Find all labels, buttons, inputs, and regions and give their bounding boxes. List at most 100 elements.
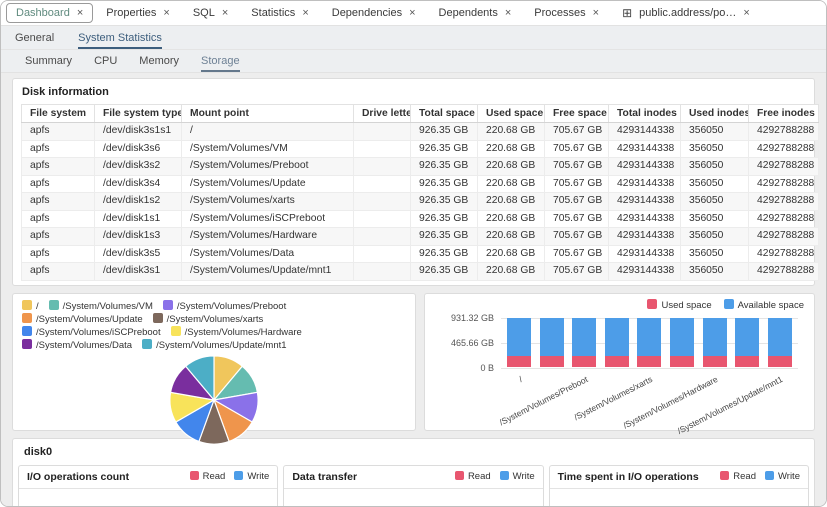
pie-legend-item[interactable]: /System/Volumes/iSCPreboot <box>22 326 161 339</box>
write-label: Write <box>247 471 269 482</box>
dashboard-nav-tabs: General System Statistics <box>1 26 826 50</box>
stacked-bar[interactable] <box>507 318 531 368</box>
stacked-bar[interactable] <box>735 318 759 368</box>
stacked-bar[interactable] <box>605 318 629 368</box>
editor-tab[interactable]: ⊞ SQL × <box>183 3 238 23</box>
sub-tab[interactable]: Memory <box>139 50 179 72</box>
stacked-bar[interactable] <box>637 318 661 368</box>
io-chart-header: Time spent in I/O operations Read Write <box>550 466 808 489</box>
bar-y-tick-label: 931.32 GB <box>451 313 494 323</box>
sub-tab-label: Storage <box>201 55 240 67</box>
nav-tab[interactable]: General <box>15 26 54 49</box>
used-space-segment <box>605 356 629 368</box>
pie-legend-item[interactable]: /System/Volumes/Preboot <box>163 300 286 313</box>
cell-drive-letter <box>354 245 411 263</box>
cell-total-inodes: 4293144338 <box>609 210 681 228</box>
cell-mount-point: / <box>182 123 354 141</box>
legend-write[interactable]: Write <box>765 471 800 482</box>
tab-close-icon[interactable]: × <box>505 8 511 19</box>
tab-close-icon[interactable]: × <box>163 8 169 19</box>
read-label: Read <box>733 471 756 482</box>
cell-total-space: 926.35 GB <box>411 228 478 246</box>
cell-free-inodes: 4292788288 <box>749 140 819 158</box>
editor-tab[interactable]: ⊞ Dependencies × <box>322 3 426 23</box>
pie-legend-item[interactable]: /System/Volumes/Hardware <box>171 326 302 339</box>
cell-free-inodes: 4292788288 <box>749 228 819 246</box>
legend-write[interactable]: Write <box>234 471 269 482</box>
editor-tab[interactable]: ⊞ Properties × <box>96 3 180 23</box>
table-header-cell: Free space <box>545 105 609 123</box>
pie-legend-item[interactable]: /System/Volumes/xarts <box>153 313 264 326</box>
io-charts-row: I/O operations count Read Write 35M30M <box>18 465 809 507</box>
cell-total-space: 926.35 GB <box>411 140 478 158</box>
editor-tab[interactable]: ⊞ public.address/po… × <box>612 3 760 23</box>
table-header-cell: Mount point <box>182 105 354 123</box>
nav-tab[interactable]: System Statistics <box>78 26 162 49</box>
cell-total-space: 926.35 GB <box>411 263 478 281</box>
pie-legend: / /System/Volumes/VM /System/Volumes/Pre… <box>22 300 406 352</box>
legend-read[interactable]: Read <box>190 471 226 482</box>
legend-read[interactable]: Read <box>720 471 756 482</box>
io-chart-legend: Read Write <box>455 471 535 482</box>
cell-used-space: 220.68 GB <box>478 193 545 211</box>
cell-mount-point: /System/Volumes/Update <box>182 175 354 193</box>
tab-close-icon[interactable]: × <box>77 8 83 19</box>
stacked-bar[interactable] <box>572 318 596 368</box>
editor-tab[interactable]: ⊞ Dashboard × <box>6 3 93 23</box>
used-space-label: Used space <box>661 300 711 311</box>
table-grid-icon: ⊞ <box>622 7 632 19</box>
io-chart-lines <box>612 502 800 507</box>
cell-total-inodes: 4293144338 <box>609 175 681 193</box>
stacked-bar[interactable] <box>540 318 564 368</box>
cell-free-space: 705.67 GB <box>545 175 609 193</box>
io-chart-title: I/O operations count <box>27 471 129 483</box>
tab-close-icon[interactable]: × <box>593 8 599 19</box>
legend-read[interactable]: Read <box>455 471 491 482</box>
legend-swatch <box>22 313 32 323</box>
pie-legend-item[interactable]: / <box>22 300 39 313</box>
available-space-segment <box>605 318 629 356</box>
editor-tab[interactable]: ⊞ Dependents × <box>429 3 522 23</box>
table-row: apfs /dev/disk3s1s1 / 926.35 GB 220.68 G… <box>22 123 819 141</box>
cell-total-inodes: 4293144338 <box>609 228 681 246</box>
pie-legend-item[interactable]: /System/Volumes/Data <box>22 339 132 352</box>
cell-file-system-type: /dev/disk1s1 <box>95 210 182 228</box>
cell-file-system: apfs <box>22 158 95 176</box>
tab-close-icon[interactable]: × <box>222 8 228 19</box>
pie-legend-item[interactable]: /System/Volumes/Update/mnt1 <box>142 339 286 352</box>
editor-tab[interactable]: ⊞ Processes × <box>524 3 609 23</box>
disk-information-panel: Disk information File systemFile system … <box>12 78 815 286</box>
stacked-bar[interactable] <box>768 318 792 368</box>
sub-tab[interactable]: Summary <box>25 50 72 72</box>
pie-legend-item[interactable]: /System/Volumes/VM <box>49 300 153 313</box>
cell-mount-point: /System/Volumes/iSCPreboot <box>182 210 354 228</box>
disk0-panel: disk0 I/O operations count Read Write <box>12 438 815 507</box>
bar-chart-x-labels: //System/Volumes/Preboot/System/Volumes/… <box>503 370 796 426</box>
legend-available-space[interactable]: Available space <box>724 299 804 311</box>
used-space-segment <box>572 356 596 368</box>
pie-legend-label: /System/Volumes/Update/mnt1 <box>156 340 286 351</box>
used-space-segment <box>768 356 792 368</box>
table-header-row: File systemFile system typeMount pointDr… <box>22 105 819 123</box>
bar-y-tick-label: 0 B <box>480 363 494 373</box>
sub-tab[interactable]: CPU <box>94 50 117 72</box>
cell-used-space: 220.68 GB <box>478 245 545 263</box>
legend-used-space[interactable]: Used space <box>647 299 711 311</box>
pie-legend-item[interactable]: /System/Volumes/Update <box>22 313 143 326</box>
bar-x-tick-label: /System/Volumes/Update/mnt1 <box>676 374 785 436</box>
legend-swatch <box>153 313 163 323</box>
tab-close-icon[interactable]: × <box>743 8 749 19</box>
stacked-bar[interactable] <box>703 318 727 368</box>
cell-free-space: 705.67 GB <box>545 158 609 176</box>
cell-mount-point: /System/Volumes/VM <box>182 140 354 158</box>
sub-tab[interactable]: Storage <box>201 50 240 72</box>
cell-drive-letter <box>354 123 411 141</box>
tab-close-icon[interactable]: × <box>409 8 415 19</box>
cell-file-system-type: /dev/disk1s3 <box>95 228 182 246</box>
tab-close-icon[interactable]: × <box>302 8 308 19</box>
editor-tab[interactable]: ⊞ Statistics × <box>241 3 318 23</box>
stacked-bar[interactable] <box>670 318 694 368</box>
legend-write[interactable]: Write <box>500 471 535 482</box>
disk-space-bar-chart: 931.32 GB465.66 GB0 B <box>501 318 798 368</box>
table-header-cell: Used space <box>478 105 545 123</box>
